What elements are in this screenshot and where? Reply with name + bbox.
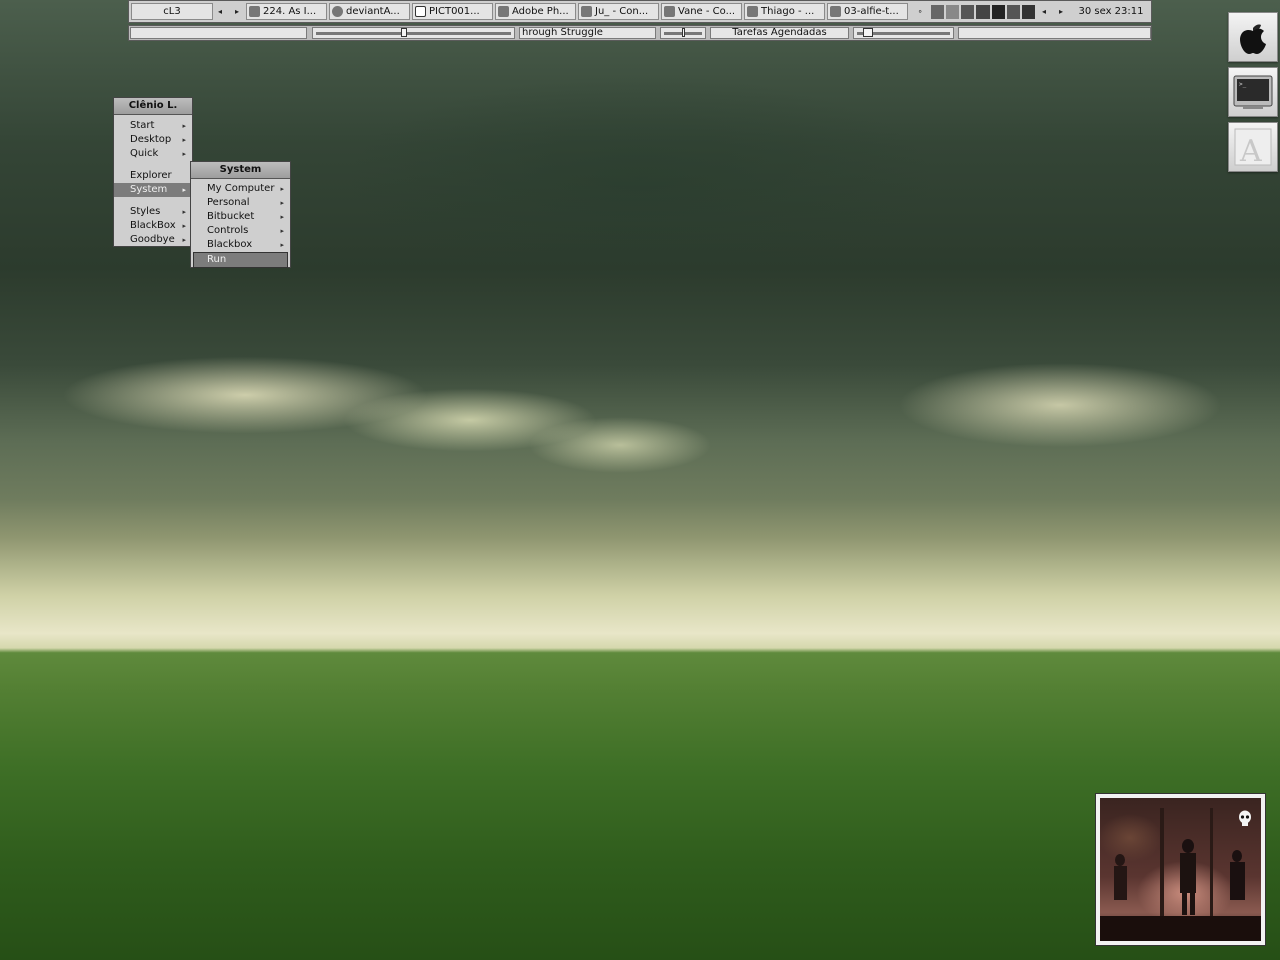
tray-app-icon[interactable] — [931, 5, 945, 19]
tray-app-icon[interactable] — [1021, 5, 1035, 19]
workspace-label[interactable]: cL3 — [131, 3, 213, 20]
task-button[interactable]: 224. As I... — [246, 3, 327, 20]
submenu-arrow-icon: ▸ — [182, 186, 186, 194]
video-frame — [1100, 798, 1261, 941]
system-submenu-title: System — [191, 162, 290, 179]
root-menu-title: Clênio L. — [114, 98, 192, 115]
dock-apple[interactable] — [1228, 12, 1278, 62]
browser-icon — [332, 6, 343, 17]
menu-item-styles[interactable]: Styles ▸ — [114, 205, 192, 219]
video-preview[interactable] — [1095, 793, 1266, 946]
tray-key-icon[interactable] — [991, 5, 1005, 19]
task-button[interactable]: Ju_ - Con... — [578, 3, 659, 20]
menu-item-controls[interactable]: Controls ▸ — [191, 224, 290, 238]
taskbar: cL3 ◂ ▸ 224. As I... deviantA... PICT001… — [128, 0, 1152, 23]
submenu-arrow-icon: ▸ — [280, 213, 284, 221]
chat-icon — [747, 6, 758, 17]
menu-item-explorer[interactable]: Explorer — [114, 169, 192, 183]
workspace-prev-icon[interactable]: ◂ — [213, 4, 227, 19]
task-button[interactable]: PICT001... — [412, 3, 493, 20]
media-file-icon — [830, 6, 841, 17]
system-submenu: System My Computer ▸ Personal ▸ Bitbucket ▸… — [190, 161, 291, 268]
tray-prev-icon[interactable]: ◂ — [1037, 4, 1051, 19]
submenu-arrow-icon: ▸ — [182, 136, 186, 144]
dock-font[interactable]: A — [1228, 122, 1278, 172]
submenu-arrow-icon: ▸ — [182, 236, 186, 244]
submenu-arrow-icon: ▸ — [280, 227, 284, 235]
menu-item-personal[interactable]: Personal ▸ — [191, 196, 290, 210]
skull-icon — [1239, 810, 1251, 826]
task-button[interactable]: Thiago - ... — [744, 3, 825, 20]
workspace-next-icon[interactable]: ▸ — [230, 4, 244, 19]
clock: 30 sex 23:11 — [1078, 6, 1144, 17]
empty-panel — [958, 27, 1151, 39]
tray-app-icon[interactable] — [1006, 5, 1020, 19]
submenu-arrow-icon: ▸ — [280, 199, 284, 207]
task-button[interactable]: Adobe Ph... — [495, 3, 576, 20]
menu-item-blackbox[interactable]: BlackBox ▸ — [114, 219, 192, 233]
chat-icon — [581, 6, 592, 17]
menu-item-my-computer[interactable]: My Computer ▸ — [191, 182, 290, 196]
seek-slider-knob[interactable] — [401, 28, 407, 37]
menu-item-quick[interactable]: Quick ▸ — [114, 147, 192, 161]
menu-item-blackbox-sub[interactable]: Blackbox ▸ — [191, 238, 290, 252]
seek-slider[interactable] — [312, 27, 515, 39]
submenu-arrow-icon: ▸ — [182, 122, 186, 130]
photoshop-icon — [498, 6, 509, 17]
task-button[interactable]: Vane - Co... — [661, 3, 742, 20]
submenu-arrow-icon: ▸ — [280, 185, 284, 193]
font-icon: A — [1234, 128, 1272, 169]
menu-item-bitbucket[interactable]: Bitbucket ▸ — [191, 210, 290, 224]
volume-slider-knob[interactable] — [682, 28, 685, 37]
submenu-arrow-icon: ▸ — [182, 208, 186, 216]
task-button[interactable]: deviantA... — [329, 3, 410, 20]
svg-text:A: A — [1239, 134, 1262, 169]
tray-app-icon[interactable] — [961, 5, 975, 19]
progress-slider-knob[interactable] — [863, 28, 873, 37]
menu-item-run[interactable]: Run — [193, 252, 288, 268]
submenu-arrow-icon: ▸ — [280, 241, 284, 249]
menu-item-desktop[interactable]: Desktop ▸ — [114, 133, 192, 147]
now-playing-label: hrough Struggle — [519, 27, 656, 39]
chat-icon — [664, 6, 675, 17]
volume-slider[interactable] — [660, 27, 706, 39]
system-bar: hrough Struggle Tarefas Agendadas — [128, 25, 1152, 41]
task-button[interactable]: 03-alfie-t... — [827, 3, 908, 20]
dock-terminal[interactable]: >_ — [1228, 67, 1278, 117]
tray-next-icon[interactable]: ▸ — [1054, 4, 1068, 19]
tray-dot-icon[interactable]: ∘ — [913, 4, 927, 19]
terminal-icon: >_ — [1233, 75, 1273, 109]
tray-user-icon[interactable] — [946, 5, 960, 19]
svg-text:>_: >_ — [1239, 81, 1247, 88]
winamp-icon — [249, 6, 260, 17]
scheduled-tasks-label[interactable]: Tarefas Agendadas — [710, 27, 849, 39]
root-menu: Clênio L. Start ▸ Desktop ▸ Quick ▸ Explore… — [113, 97, 193, 247]
image-window-icon — [415, 6, 426, 17]
concert-scene — [1100, 808, 1261, 941]
submenu-arrow-icon: ▸ — [182, 150, 186, 158]
menu-item-system[interactable]: System ▸ — [114, 183, 192, 197]
apple-icon — [1240, 24, 1266, 54]
submenu-arrow-icon: ▸ — [182, 222, 186, 230]
tray-network-icon[interactable] — [976, 5, 990, 19]
empty-panel — [130, 27, 307, 39]
progress-slider[interactable] — [853, 27, 954, 39]
menu-item-start[interactable]: Start ▸ — [114, 119, 192, 133]
menu-item-goodbye[interactable]: Goodbye ▸ — [114, 233, 192, 247]
system-tray — [931, 5, 1035, 19]
